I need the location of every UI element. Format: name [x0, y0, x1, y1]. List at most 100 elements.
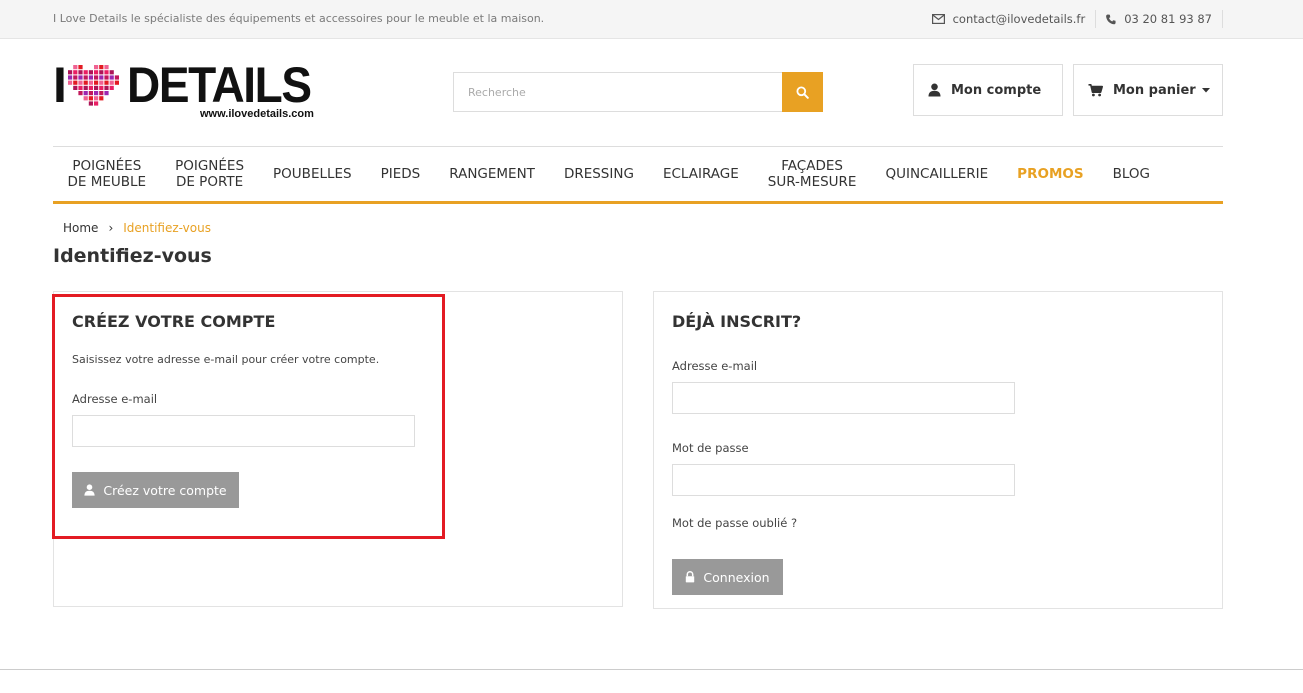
envelope-icon [931, 14, 945, 24]
search-bar [453, 72, 823, 112]
heart-pixel [94, 96, 99, 101]
heart-pixel [94, 70, 99, 75]
user-icon [928, 83, 941, 97]
heart-pixel [99, 96, 104, 101]
login-title: DÉJÀ INSCRIT? [672, 312, 802, 331]
heart-pixel [94, 101, 99, 106]
create-email-input[interactable] [72, 415, 415, 447]
create-account-panel: CRÉEZ VOTRE COMPTE Saisissez votre adres… [53, 291, 623, 607]
heart-pixel [94, 85, 99, 90]
contact-email-text: contact@ilovedetails.fr [952, 12, 1086, 26]
heart-pixel [83, 85, 88, 90]
heart-pixel [73, 75, 78, 80]
cart-button[interactable]: Mon panier [1073, 64, 1223, 116]
login-button[interactable]: Connexion [672, 559, 783, 595]
heart-pixel [73, 65, 78, 70]
nav-item-blog[interactable]: BLOG [1098, 166, 1164, 182]
heart-pixel [68, 75, 73, 80]
top-bar: I Love Details le spécialiste des équipe… [0, 0, 1303, 39]
nav-item-dressing[interactable]: DRESSING [549, 166, 648, 182]
contact-phone[interactable]: 03 20 81 93 87 [1096, 10, 1223, 28]
create-account-description: Saisissez votre adresse e-mail pour crée… [72, 353, 380, 366]
breadcrumb: Home › Identifiez-vous [63, 221, 211, 235]
lock-icon [686, 571, 695, 583]
contact-phone-text: 03 20 81 93 87 [1124, 12, 1212, 26]
heart-logo-icon [68, 65, 119, 106]
heart-pixel [99, 80, 104, 85]
breadcrumb-home[interactable]: Home [63, 221, 98, 235]
heart-pixel [94, 91, 99, 96]
nav-item-eclairage[interactable]: ECLAIRAGE [648, 166, 753, 182]
nav-item-pieds[interactable]: PIEDS [366, 166, 435, 182]
heart-pixel [104, 70, 109, 75]
heart-pixel [109, 70, 114, 75]
caret-down-icon [1201, 87, 1210, 92]
site-logo[interactable]: I DETAILS www.ilovedetails.com [53, 57, 323, 124]
nav-item-poignees-porte[interactable]: POIGNÉES DE PORTE [161, 158, 259, 190]
login-password-label: Mot de passe [672, 441, 749, 455]
nav-item-poignees-meuble[interactable]: POIGNÉES DE MEUBLE [53, 158, 161, 190]
heart-pixel [104, 85, 109, 90]
heart-pixel [83, 80, 88, 85]
footer-divider [0, 669, 1303, 670]
create-email-label: Adresse e-mail [72, 392, 158, 406]
account-button[interactable]: Mon compte [913, 64, 1063, 116]
heart-pixel [88, 75, 93, 80]
heart-pixel [104, 75, 109, 80]
login-email-input[interactable] [672, 382, 1015, 414]
heart-pixel [88, 80, 93, 85]
heart-pixel [88, 101, 93, 106]
heart-pixel [88, 96, 93, 101]
heart-pixel [109, 75, 114, 80]
logo-word: DETAILS [127, 57, 312, 113]
heart-pixel [99, 70, 104, 75]
contact-email[interactable]: contact@ilovedetails.fr [922, 10, 1097, 28]
heart-pixel [109, 80, 114, 85]
nav-item-promos[interactable]: PROMOS [1003, 166, 1098, 182]
heart-pixel [88, 85, 93, 90]
heart-pixel [94, 75, 99, 80]
heart-pixel [73, 70, 78, 75]
login-email-label: Adresse e-mail [672, 359, 758, 373]
heart-pixel [83, 75, 88, 80]
heart-pixel [83, 96, 88, 101]
search-button[interactable] [782, 72, 823, 112]
heart-pixel [94, 65, 99, 70]
heart-pixel [78, 70, 83, 75]
page-title: Identifiez-vous [53, 245, 212, 267]
contact-info: contact@ilovedetails.fr 03 20 81 93 87 [922, 9, 1223, 29]
account-label: Mon compte [951, 82, 1042, 98]
heart-pixel [99, 75, 104, 80]
create-account-button[interactable]: Créez votre compte [72, 472, 239, 508]
heart-pixel [78, 91, 83, 96]
nav-item-quincaillerie[interactable]: QUINCAILLERIE [871, 166, 1003, 182]
heart-pixel [78, 85, 83, 90]
heart-pixel [83, 91, 88, 96]
heart-pixel [104, 80, 109, 85]
heart-pixel [78, 75, 83, 80]
heart-pixel [114, 80, 119, 85]
cart-icon [1088, 83, 1103, 96]
nav-item-rangement[interactable]: RANGEMENT [435, 166, 550, 182]
search-input[interactable] [453, 72, 782, 112]
heart-pixel [78, 65, 83, 70]
breadcrumb-separator-icon: › [108, 221, 114, 235]
user-icon [84, 484, 95, 496]
cart-label: Mon panier [1113, 82, 1196, 98]
logo-url: www.ilovedetails.com [200, 108, 314, 120]
search-icon [796, 86, 809, 99]
phone-icon [1106, 14, 1116, 24]
create-account-button-label: Créez votre compte [103, 482, 227, 498]
nav-item-facades[interactable]: FAÇADES SUR-MESURE [753, 158, 871, 190]
login-password-input[interactable] [672, 464, 1015, 496]
heart-pixel [104, 65, 109, 70]
heart-pixel [73, 85, 78, 90]
heart-pixel [114, 75, 119, 80]
forgot-password-link[interactable]: Mot de passe oublié ? [672, 516, 797, 530]
heart-pixel [99, 85, 104, 90]
logo-letter: I [53, 57, 67, 113]
heart-pixel [78, 80, 83, 85]
heart-pixel [109, 85, 114, 90]
heart-pixel [73, 80, 78, 85]
nav-item-poubelles[interactable]: POUBELLES [259, 166, 367, 182]
